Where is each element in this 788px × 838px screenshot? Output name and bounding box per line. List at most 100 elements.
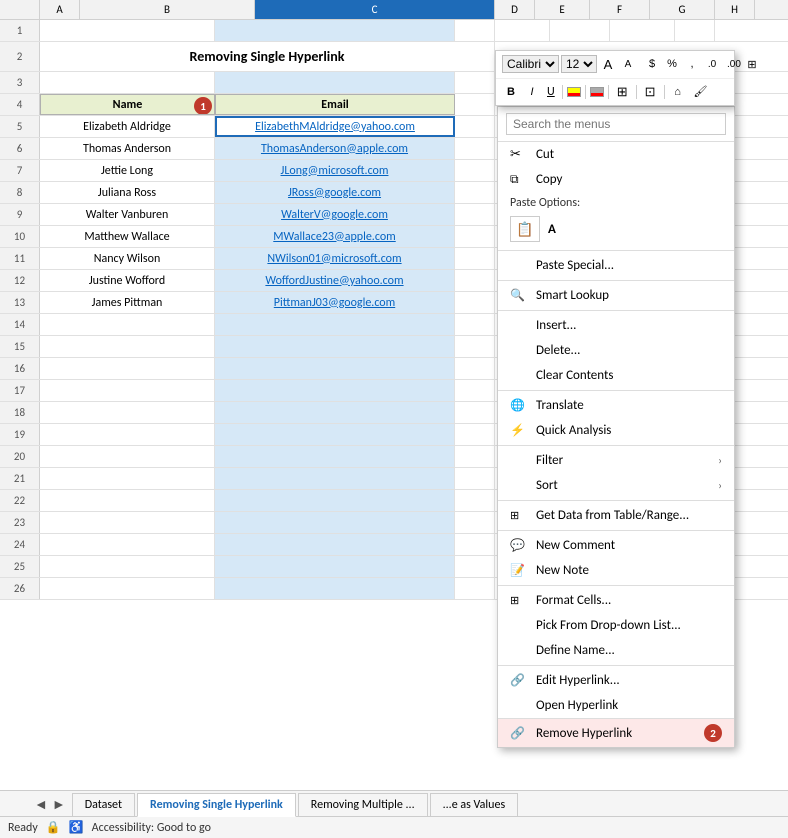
menu-item-new-comment[interactable]: 💬 New Comment (498, 533, 734, 558)
merge-btn[interactable]: ⊡ (641, 82, 660, 102)
tab-removing-single[interactable]: Removing Single Hyperlink (137, 793, 296, 817)
email-11[interactable]: NWilson01@microsoft.com (267, 252, 401, 266)
cell-4c-email-header[interactable]: Email (215, 94, 455, 115)
decrease-decimal-btn[interactable]: .00 (723, 57, 741, 72)
cell-6c[interactable]: ThomasAnderson@apple.com (215, 138, 455, 159)
cell-5b[interactable]: Elizabeth Aldridge (40, 116, 215, 137)
cell-6b[interactable]: Thomas Anderson (40, 138, 215, 159)
menu-item-open-hyperlink[interactable]: Open Hyperlink (498, 693, 734, 718)
cell-8c[interactable]: JRoss@google.com (215, 182, 455, 203)
cell-10d[interactable] (455, 226, 495, 247)
cell-7c[interactable]: JLong@microsoft.com (215, 160, 455, 181)
menu-item-delete[interactable]: Delete... (498, 338, 734, 363)
cell-11d[interactable] (455, 248, 495, 269)
cell-1d[interactable] (455, 20, 495, 41)
menu-item-copy[interactable]: ⧉ Copy (498, 167, 734, 192)
menu-item-format-cells[interactable]: ⊞ Format Cells... (498, 588, 734, 613)
cell-3c[interactable] (215, 72, 455, 93)
cell-8d[interactable] (455, 182, 495, 203)
email-8[interactable]: JRoss@google.com (288, 186, 381, 200)
col-header-c[interactable]: C (255, 0, 495, 19)
tab-next-btn[interactable]: ► (50, 796, 68, 812)
col-header-g[interactable]: G (650, 0, 715, 19)
percent-btn[interactable]: % (663, 56, 681, 72)
cell-9b[interactable]: Walter Vanburen (40, 204, 215, 225)
cell-5d[interactable] (455, 116, 495, 137)
italic-btn[interactable]: I (523, 84, 541, 100)
font-size-select[interactable]: 12 (561, 55, 597, 73)
fill-color-btn[interactable]: ⌂ (669, 84, 687, 100)
cell-13c[interactable]: PittmanJ03@google.com (215, 292, 455, 313)
email-13[interactable]: PittmanJ03@google.com (274, 296, 395, 310)
menu-item-define-name[interactable]: Define Name... (498, 638, 734, 663)
cell-11c[interactable]: NWilson01@microsoft.com (215, 248, 455, 269)
col-header-h[interactable]: H (715, 0, 755, 19)
cell-1e[interactable] (495, 20, 550, 41)
increase-decimal-btn[interactable]: .0 (703, 57, 721, 72)
font-select[interactable]: Calibri (502, 55, 559, 73)
email-12[interactable]: WoffordJustine@yahoo.com (265, 274, 403, 288)
menu-item-new-note[interactable]: 📝 New Note (498, 558, 734, 583)
cell-1b[interactable] (40, 20, 215, 41)
menu-item-insert[interactable]: Insert... (498, 313, 734, 338)
decrease-font-btn[interactable]: A (619, 57, 637, 72)
cell-3d[interactable] (455, 72, 495, 93)
cell-13d[interactable] (455, 292, 495, 313)
menu-item-quick-analysis[interactable]: ⚡ Quick Analysis (498, 418, 734, 443)
cell-10b[interactable]: Matthew Wallace (40, 226, 215, 247)
cell-1f[interactable] (550, 20, 610, 41)
menu-item-remove-hyperlink[interactable]: 🔗 Remove Hyperlink 2 (498, 718, 734, 747)
email-9[interactable]: WalterV@google.com (281, 208, 388, 222)
cell-4b-name-header[interactable]: Name 1 (40, 94, 215, 115)
col-header-e[interactable]: E (535, 0, 590, 19)
paste-icon-btn[interactable]: 📋 (510, 216, 540, 242)
menu-item-translate[interactable]: 🌐 Translate (498, 393, 734, 418)
cell-8b[interactable]: Juliana Ross (40, 182, 215, 203)
cell-13b[interactable]: James Pittman (40, 292, 215, 313)
dollar-btn[interactable]: $ (643, 56, 661, 72)
tab-prev-btn[interactable]: ◄ (32, 796, 50, 812)
menu-item-cut[interactable]: ✂ Cut (498, 142, 734, 167)
tab-removing-multiple[interactable]: Removing Multiple ... (298, 793, 428, 816)
menu-item-edit-hyperlink[interactable]: 🔗 Edit Hyperlink... (498, 668, 734, 693)
borders-btn[interactable]: ⊞ (613, 82, 632, 102)
menu-item-clear-contents[interactable]: Clear Contents (498, 363, 734, 388)
cell-12b[interactable]: Justine Wofford (40, 270, 215, 291)
cell-2b[interactable]: Removing Single Hyperlink (40, 42, 495, 71)
cell-7b[interactable]: Jettie Long (40, 160, 215, 181)
cell-12d[interactable] (455, 270, 495, 291)
search-menus-input[interactable] (506, 113, 726, 135)
cell-1h[interactable] (675, 20, 715, 41)
cell-11b[interactable]: Nancy Wilson (40, 248, 215, 269)
comma-btn[interactable]: , (683, 56, 701, 72)
format-table-btn[interactable]: ⊞ (743, 56, 761, 73)
cell-5c[interactable]: ElizabethMAldridge@yahoo.com (215, 116, 455, 137)
col-header-d[interactable]: D (495, 0, 535, 19)
cell-6d[interactable] (455, 138, 495, 159)
email-10[interactable]: MWallace23@apple.com (273, 230, 395, 244)
cell-3b[interactable] (40, 72, 215, 93)
tab-dataset[interactable]: Dataset (72, 793, 135, 816)
bold-btn[interactable]: B (502, 84, 520, 100)
cell-9d[interactable] (455, 204, 495, 225)
menu-item-get-data[interactable]: ⊞ Get Data from Table/Range... (498, 503, 734, 528)
email-7[interactable]: JLong@microsoft.com (281, 164, 389, 178)
menu-item-sort[interactable]: Sort › (498, 473, 734, 498)
col-header-f[interactable]: F (590, 0, 650, 19)
cell-7d[interactable] (455, 160, 495, 181)
cell-1c[interactable] (215, 20, 455, 41)
cell-9c[interactable]: WalterV@google.com (215, 204, 455, 225)
col-header-a[interactable]: A (40, 0, 80, 19)
menu-item-filter[interactable]: Filter › (498, 448, 734, 473)
tab-paste-as-values[interactable]: ...e as Values (430, 793, 519, 816)
cell-4d[interactable] (455, 94, 495, 115)
menu-item-paste-special[interactable]: Paste Special... (498, 253, 734, 278)
menu-item-pick-dropdown[interactable]: Pick From Drop-down List... (498, 613, 734, 638)
cell-12c[interactable]: WoffordJustine@yahoo.com (215, 270, 455, 291)
increase-font-btn[interactable]: A (599, 55, 617, 74)
email-5[interactable]: ElizabethMAldridge@yahoo.com (255, 120, 415, 134)
cell-10c[interactable]: MWallace23@apple.com (215, 226, 455, 247)
menu-item-smart-lookup[interactable]: 🔍 Smart Lookup (498, 283, 734, 308)
col-header-b[interactable]: B (80, 0, 255, 19)
cell-1g[interactable] (610, 20, 675, 41)
